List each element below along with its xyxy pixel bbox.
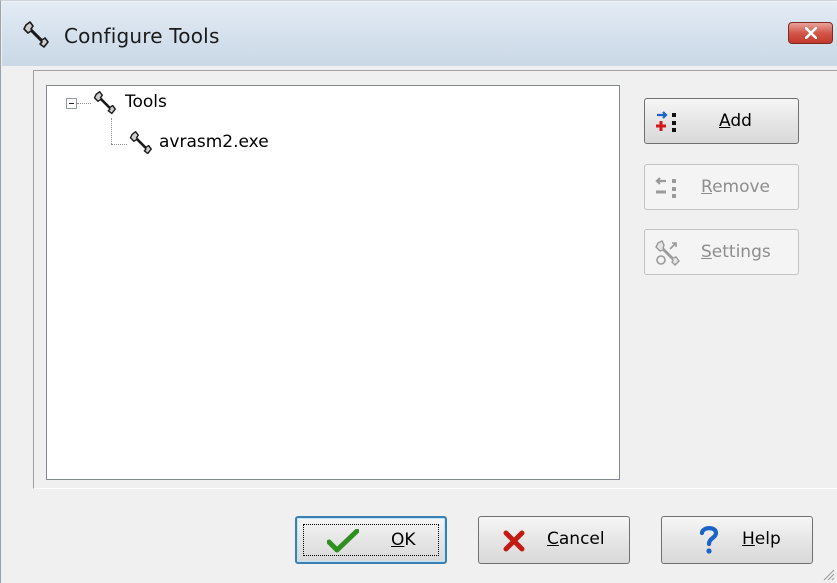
help-label: elp bbox=[754, 529, 781, 549]
tree-node-tools[interactable]: Tools bbox=[125, 92, 167, 112]
question-icon bbox=[699, 526, 719, 554]
tree-connector bbox=[77, 103, 91, 104]
remove-tool-icon bbox=[655, 177, 676, 198]
remove-button[interactable]: Remove bbox=[644, 164, 799, 210]
settings-mnemonic: S bbox=[701, 242, 712, 262]
configure-tools-dialog: Configure Tools Tools avrasm2.exe Add Re… bbox=[0, 0, 837, 583]
x-icon bbox=[503, 530, 525, 552]
ok-label: K bbox=[404, 530, 416, 550]
ok-mnemonic: O bbox=[391, 530, 405, 550]
tree-connector bbox=[111, 118, 112, 144]
help-button[interactable]: Help bbox=[661, 516, 813, 564]
remove-label: emove bbox=[712, 177, 771, 197]
add-mnemonic: A bbox=[719, 111, 731, 131]
wrench-icon bbox=[93, 91, 116, 115]
focus-indicator bbox=[303, 524, 439, 556]
add-label: dd bbox=[730, 111, 752, 131]
wrench-icon bbox=[129, 131, 152, 155]
add-button[interactable]: Add bbox=[644, 98, 799, 144]
close-button[interactable] bbox=[788, 22, 833, 44]
wrench-icon bbox=[23, 21, 49, 48]
resize-grip-icon[interactable] bbox=[821, 567, 835, 581]
close-icon bbox=[805, 27, 817, 39]
settings-label: ettings bbox=[711, 242, 771, 262]
remove-mnemonic: R bbox=[701, 177, 713, 197]
window-title: Configure Tools bbox=[64, 24, 220, 48]
title-bar[interactable]: Configure Tools bbox=[2, 2, 837, 66]
help-mnemonic: H bbox=[742, 529, 755, 549]
ok-button[interactable]: OK bbox=[295, 516, 447, 564]
tree-node-avrasm2[interactable]: avrasm2.exe bbox=[159, 132, 269, 152]
tree-connector bbox=[111, 144, 127, 145]
tools-tree[interactable]: Tools avrasm2.exe bbox=[46, 85, 620, 480]
checkmark-icon bbox=[327, 529, 359, 553]
collapse-toggle[interactable] bbox=[66, 98, 77, 109]
dialog-client-area: Tools avrasm2.exe Add Remove Settings OK… bbox=[2, 66, 837, 583]
add-tool-icon bbox=[656, 111, 676, 132]
cancel-button[interactable]: Cancel bbox=[478, 516, 630, 564]
cancel-mnemonic: C bbox=[547, 529, 559, 549]
cancel-label: ancel bbox=[558, 529, 605, 549]
settings-button[interactable]: Settings bbox=[644, 229, 799, 275]
settings-icon bbox=[655, 240, 680, 266]
